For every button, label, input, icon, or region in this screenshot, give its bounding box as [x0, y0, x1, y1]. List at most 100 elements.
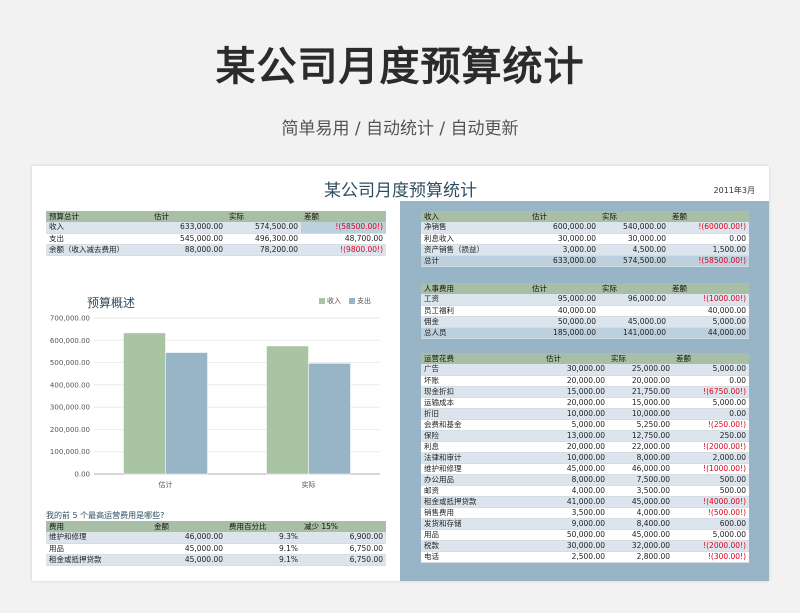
table-cell: 利息收入 — [421, 233, 529, 245]
table-cell: 4,000.00 — [608, 507, 673, 519]
table-cell: 坏账 — [421, 375, 543, 387]
table-cell: 5,250.00 — [608, 419, 673, 431]
table-cell: 8,000.00 — [608, 452, 673, 464]
column-header: 预算总计 — [46, 211, 151, 222]
table-cell: 总计 — [421, 255, 529, 267]
table-cell: 95,000.00 — [529, 294, 599, 306]
income-header-row: 收入 估计 实际 差额 — [421, 211, 749, 222]
table-cell: 4,500.00 — [599, 244, 669, 256]
table-row: 折旧 10,000.00 10,000.00 0.00 — [421, 408, 749, 420]
column-header: 估计 — [529, 211, 599, 222]
table-cell: !(1000.00!) — [669, 294, 749, 306]
table-cell: 利息 — [421, 441, 543, 453]
bar-expense-1 — [308, 363, 351, 475]
table-cell: 45,000.00 — [608, 496, 673, 508]
column-header: 差额 — [669, 211, 749, 222]
column-header: 估计 — [529, 283, 599, 294]
table-cell: 3,000.00 — [529, 244, 599, 256]
table-row: 总人员 185,000.00 141,000.00 44,000.00 — [421, 327, 749, 339]
table-cell: 5,000.00 — [673, 397, 749, 409]
table-cell: 50,000.00 — [529, 316, 599, 328]
column-header: 收入 — [421, 211, 529, 222]
table-cell: 500.00 — [673, 485, 749, 497]
table-cell: 10,000.00 — [543, 408, 608, 420]
table-row: 法律和审计 10,000.00 8,000.00 2,000.00 — [421, 452, 749, 464]
table-cell: 496,300.00 — [226, 233, 301, 245]
table-cell: 销售费用 — [421, 507, 543, 519]
y-tick-label: 400,000.00 — [50, 381, 90, 389]
sheet-title: 某公司月度预算统计 — [324, 181, 477, 201]
table-cell: 9,000.00 — [543, 518, 608, 530]
table-cell: 4,000.00 — [543, 485, 608, 497]
table-row: 维护和修理 46,000.00 9.3% 6,900.00 — [46, 532, 386, 544]
column-header: 减少 15% — [301, 521, 386, 532]
table-cell: 租金或抵押贷款 — [46, 554, 151, 566]
table-cell: 9.3% — [226, 532, 301, 544]
table-cell: 0.00 — [673, 375, 749, 387]
y-tick-label: 100,000.00 — [50, 448, 90, 456]
operating-table: 运营花费 估计 实际 差额 广告 30,000.00 25,000.00 5,000.00 坏… — [421, 353, 749, 563]
table-cell: 邮资 — [421, 485, 543, 497]
table-cell: 3,500.00 — [543, 507, 608, 519]
table-cell: !(500.00!) — [673, 507, 749, 519]
table-cell: 法律和审计 — [421, 452, 543, 464]
table-row: 发货和存储 9,000.00 8,400.00 600.00 — [421, 518, 749, 530]
table-cell: 30,000.00 — [599, 233, 669, 245]
table-cell: 21,750.00 — [608, 386, 673, 398]
table-row: 维护和修理 45,000.00 46,000.00 !(1000.00!) — [421, 463, 749, 475]
table-cell: !(250.00!) — [673, 419, 749, 431]
table-cell: 0.00 — [669, 233, 749, 245]
table-cell: 运输成本 — [421, 397, 543, 409]
table-cell: !(300.00!) — [673, 551, 749, 563]
table-row: 用品 50,000.00 45,000.00 5,000.00 — [421, 529, 749, 541]
column-header: 差额 — [673, 353, 749, 364]
table-cell: 员工福利 — [421, 305, 529, 317]
table-cell: 总人员 — [421, 327, 529, 339]
y-tick-label: 300,000.00 — [50, 404, 90, 412]
table-cell: 7,500.00 — [608, 474, 673, 486]
column-header: 实际 — [226, 211, 301, 222]
table-row: 利息 20,000.00 22,000.00 !(2000.00!) — [421, 441, 749, 453]
table-cell: 633,000.00 — [151, 222, 226, 234]
table-cell: 6,900.00 — [301, 532, 386, 544]
budget-overview-chart: 0.00 100,000.00 200,000.00 300,000.00 400,00… — [50, 315, 380, 489]
table-row: 支出 545,000.00 496,300.00 48,700.00 — [46, 233, 386, 245]
top-expenses-table: 费用 金额 费用百分比 减少 15% 维护和修理 46,000.00 9.3% 6,900.… — [46, 521, 386, 566]
table-cell: !(2000.00!) — [673, 441, 749, 453]
table-cell: 会费和基金 — [421, 419, 543, 431]
table-cell: 折旧 — [421, 408, 543, 420]
table-cell: 5,000.00 — [669, 316, 749, 328]
table-cell: 佣金 — [421, 316, 529, 328]
table-cell: 3,500.00 — [608, 485, 673, 497]
table-cell: !(4000.00!) — [673, 496, 749, 508]
top-expenses-question: 我的前 5 个最高运营费用是哪些? — [46, 511, 165, 520]
table-row: 邮资 4,000.00 3,500.00 500.00 — [421, 485, 749, 497]
sheet-date: 2011年3月 — [713, 186, 755, 195]
table-cell: 41,000.00 — [543, 496, 608, 508]
table-cell: 现金折扣 — [421, 386, 543, 398]
table-cell: 2,000.00 — [673, 452, 749, 464]
bar-income-0 — [123, 332, 166, 475]
table-cell: 工资 — [421, 294, 529, 306]
column-header: 运营花费 — [421, 353, 543, 364]
table-cell: 用品 — [46, 543, 151, 555]
table-cell: 46,000.00 — [608, 463, 673, 475]
table-cell: 维护和修理 — [421, 463, 543, 475]
column-header: 费用百分比 — [226, 521, 301, 532]
table-cell: 20,000.00 — [543, 397, 608, 409]
income-table: 收入 估计 实际 差额 净销售 600,000.00 540,000.00 !(60000.… — [421, 211, 749, 267]
table-cell: 30,000.00 — [543, 364, 608, 376]
table-cell: 96,000.00 — [599, 294, 669, 306]
table-row: 坏账 20,000.00 20,000.00 0.00 — [421, 375, 749, 387]
column-header: 估计 — [151, 211, 226, 222]
table-cell: 8,400.00 — [608, 518, 673, 530]
table-cell — [599, 305, 669, 317]
table-row: 会费和基金 5,000.00 5,250.00 !(250.00!) — [421, 419, 749, 431]
table-cell: 500.00 — [673, 474, 749, 486]
column-header: 实际 — [599, 211, 669, 222]
table-cell: 185,000.00 — [529, 327, 599, 339]
column-header: 实际 — [608, 353, 673, 364]
table-cell: 15,000.00 — [608, 397, 673, 409]
table-cell: 45,000.00 — [543, 463, 608, 475]
table-cell: 租金或抵押贷款 — [421, 496, 543, 508]
